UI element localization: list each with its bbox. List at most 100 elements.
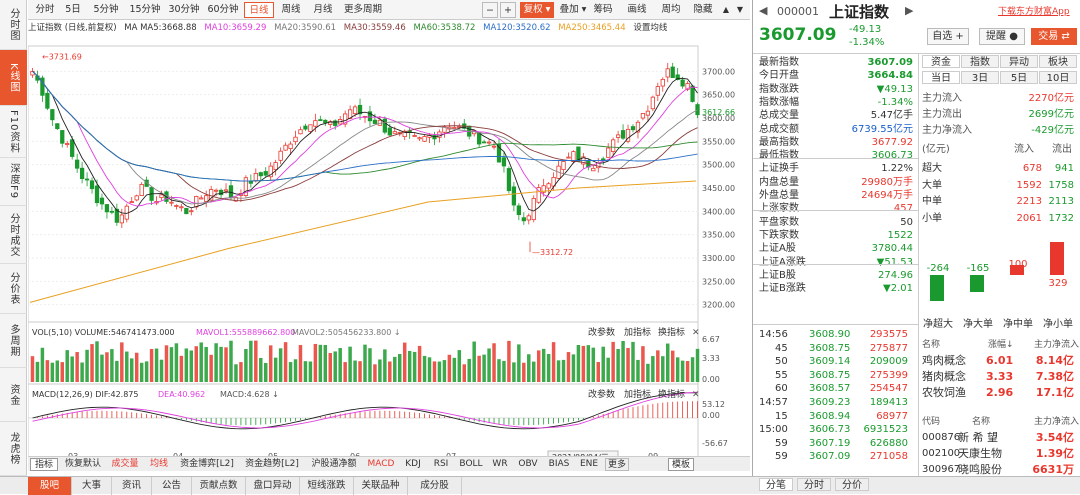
- indicator-tab-16[interactable]: 模板: [668, 458, 694, 471]
- period-tab-8[interactable]: 月线: [308, 2, 338, 18]
- tick-tab-2[interactable]: 分价: [835, 478, 869, 491]
- next-icon[interactable]: ▶: [905, 4, 913, 17]
- zoom-minus-button[interactable]: −: [482, 2, 498, 18]
- ma-setting-button[interactable]: 设置均线: [633, 23, 667, 33]
- day-tab-0[interactable]: 当日: [922, 71, 960, 84]
- day-tab-3[interactable]: 10日: [1039, 71, 1077, 84]
- scroll-up-icon[interactable]: ▲: [720, 2, 732, 18]
- concept-name-1[interactable]: 猪肉概念: [922, 370, 966, 383]
- indicator-tab-0[interactable]: 指标: [30, 458, 58, 471]
- stock-code-1[interactable]: 002100: [922, 447, 960, 460]
- period-tab-1[interactable]: 5日: [60, 2, 86, 18]
- add-watchlist-button[interactable]: 自选 +: [927, 28, 969, 45]
- macd-add-indicator-button[interactable]: 加指标: [624, 388, 651, 400]
- volume-bar: [512, 362, 516, 382]
- toolbar-btn-5[interactable]: 隐藏: [688, 2, 718, 18]
- alert-button[interactable]: 提醒 ●: [979, 28, 1025, 45]
- vol-add-indicator-button[interactable]: 加指标: [624, 326, 651, 338]
- fund-tab-1[interactable]: 指数: [961, 55, 999, 68]
- toolbar-btn-2[interactable]: 筹码: [588, 2, 618, 18]
- bottom-tab-3[interactable]: 公告: [152, 477, 192, 495]
- leftnav-item-0[interactable]: 分时图: [0, 0, 27, 50]
- concept-name-0[interactable]: 鸡肉概念: [922, 354, 966, 367]
- leftnav-item-8[interactable]: 龙虎榜: [0, 422, 27, 476]
- indicator-tab-10[interactable]: BOLL: [456, 458, 486, 471]
- download-app-link[interactable]: 下载东方财富App: [998, 6, 1070, 19]
- indicator-tab-11[interactable]: WR: [489, 458, 511, 471]
- period-tab-5[interactable]: 60分钟: [204, 2, 242, 18]
- indicator-tab-7[interactable]: MACD: [365, 458, 397, 471]
- tick-tab-1[interactable]: 分时: [797, 478, 831, 491]
- indicator-tab-3[interactable]: 均线: [145, 458, 173, 471]
- stock-name-1[interactable]: 天康生物: [958, 447, 1002, 460]
- prev-icon[interactable]: ◀: [759, 4, 767, 17]
- bottom-tab-2[interactable]: 资讯: [112, 477, 152, 495]
- tick-volume-0: 293575: [869, 329, 908, 340]
- toolbar-btn-1[interactable]: 叠加 ▾: [556, 2, 590, 18]
- macd-param-button[interactable]: 改参数: [588, 388, 615, 400]
- period-tab-9[interactable]: 更多周期: [340, 2, 386, 18]
- toolbar-btn-4[interactable]: 周均: [656, 2, 686, 18]
- trade-button[interactable]: 交易 ⇄: [1031, 28, 1077, 45]
- candle-body: [566, 156, 571, 159]
- indicator-tab-4[interactable]: 资金博弈[L2]: [176, 458, 238, 471]
- indicator-tab-15[interactable]: 更多: [605, 458, 629, 471]
- indicator-tab-13[interactable]: BIAS: [545, 458, 573, 471]
- fund-tab-0[interactable]: 资金: [922, 55, 960, 68]
- volume-bar: [522, 362, 526, 382]
- indicator-tab-12[interactable]: OBV: [514, 458, 542, 471]
- period-tab-0[interactable]: 分时: [32, 2, 58, 18]
- stock-name-0[interactable]: 新 希 望: [958, 431, 998, 444]
- toolbar-btn-0[interactable]: 复权 ▾: [520, 2, 554, 18]
- leftnav-item-7[interactable]: 资金: [0, 368, 27, 422]
- bottom-tab-4[interactable]: 贡献点数: [192, 477, 246, 495]
- leftnav-item-1[interactable]: K线图: [0, 50, 27, 106]
- period-tab-3[interactable]: 15分钟: [126, 2, 164, 18]
- indicator-tab-14[interactable]: ENE: [576, 458, 602, 471]
- stock-name-2[interactable]: 晓鸣股份: [958, 463, 1002, 476]
- bottom-tab-6[interactable]: 短线涨跌: [300, 477, 354, 495]
- leftnav-item-6[interactable]: 多周期: [0, 314, 27, 368]
- kline-chart[interactable]: 3700.003650.003612.663600.003550.003500.…: [28, 36, 750, 476]
- volume-bar: [621, 340, 625, 382]
- vol-close-icon[interactable]: ✕: [692, 328, 700, 338]
- period-tab-4[interactable]: 30分钟: [166, 2, 202, 18]
- indicator-tab-5[interactable]: 资金趋势[L2]: [241, 458, 303, 471]
- indicator-tab-1[interactable]: 恢复默认: [61, 458, 105, 471]
- quote-divider: [753, 324, 918, 325]
- leftnav-item-3[interactable]: 深度F9: [0, 158, 27, 206]
- concept-name-2[interactable]: 农牧饲渔: [922, 386, 966, 399]
- toolbar-btn-3[interactable]: 画线: [622, 2, 652, 18]
- macd-close-icon[interactable]: ✕: [692, 390, 700, 400]
- price-axis-label: 3650.00: [702, 91, 735, 100]
- period-tab-6[interactable]: 日线: [244, 2, 274, 18]
- stock-header-2: 主力净流入: [1034, 417, 1080, 427]
- period-tab-7[interactable]: 周线: [276, 2, 306, 18]
- vol-param-button[interactable]: 改参数: [588, 326, 615, 338]
- candle-body: [481, 141, 487, 144]
- stock-code-2[interactable]: 300967: [922, 463, 960, 476]
- bottom-tab-8[interactable]: 成分股: [408, 477, 462, 495]
- period-tab-2[interactable]: 5分钟: [88, 2, 124, 18]
- tick-tab-0[interactable]: 分笔: [759, 478, 793, 491]
- leftnav-item-2[interactable]: F10资料: [0, 106, 27, 158]
- stock-code-0[interactable]: 000876: [922, 431, 960, 444]
- fund-tab-3[interactable]: 板块: [1039, 55, 1077, 68]
- leftnav-item-4[interactable]: 分时成交: [0, 206, 27, 264]
- bottom-tab-5[interactable]: 盘口异动: [246, 477, 300, 495]
- indicator-tab-9[interactable]: RSI: [429, 458, 453, 471]
- leftnav-item-5[interactable]: 分价表: [0, 264, 27, 314]
- fund-tab-2[interactable]: 异动: [1000, 55, 1038, 68]
- bottom-tab-0[interactable]: 股吧: [28, 477, 72, 495]
- vol-switch-indicator-button[interactable]: 换指标: [658, 326, 685, 338]
- bottom-tab-1[interactable]: 大事: [72, 477, 112, 495]
- indicator-tab-6[interactable]: 沪股通净额: [306, 458, 362, 471]
- day-tab-1[interactable]: 3日: [961, 71, 999, 84]
- bottom-tab-7[interactable]: 关联品种: [354, 477, 408, 495]
- indicator-tab-2[interactable]: 成交量: [108, 458, 142, 471]
- zoom-plus-button[interactable]: +: [500, 2, 516, 18]
- macd-switch-indicator-button[interactable]: 换指标: [658, 388, 685, 400]
- day-tab-2[interactable]: 5日: [1000, 71, 1038, 84]
- scroll-down-icon[interactable]: ▼: [734, 2, 746, 18]
- indicator-tab-8[interactable]: KDJ: [400, 458, 426, 471]
